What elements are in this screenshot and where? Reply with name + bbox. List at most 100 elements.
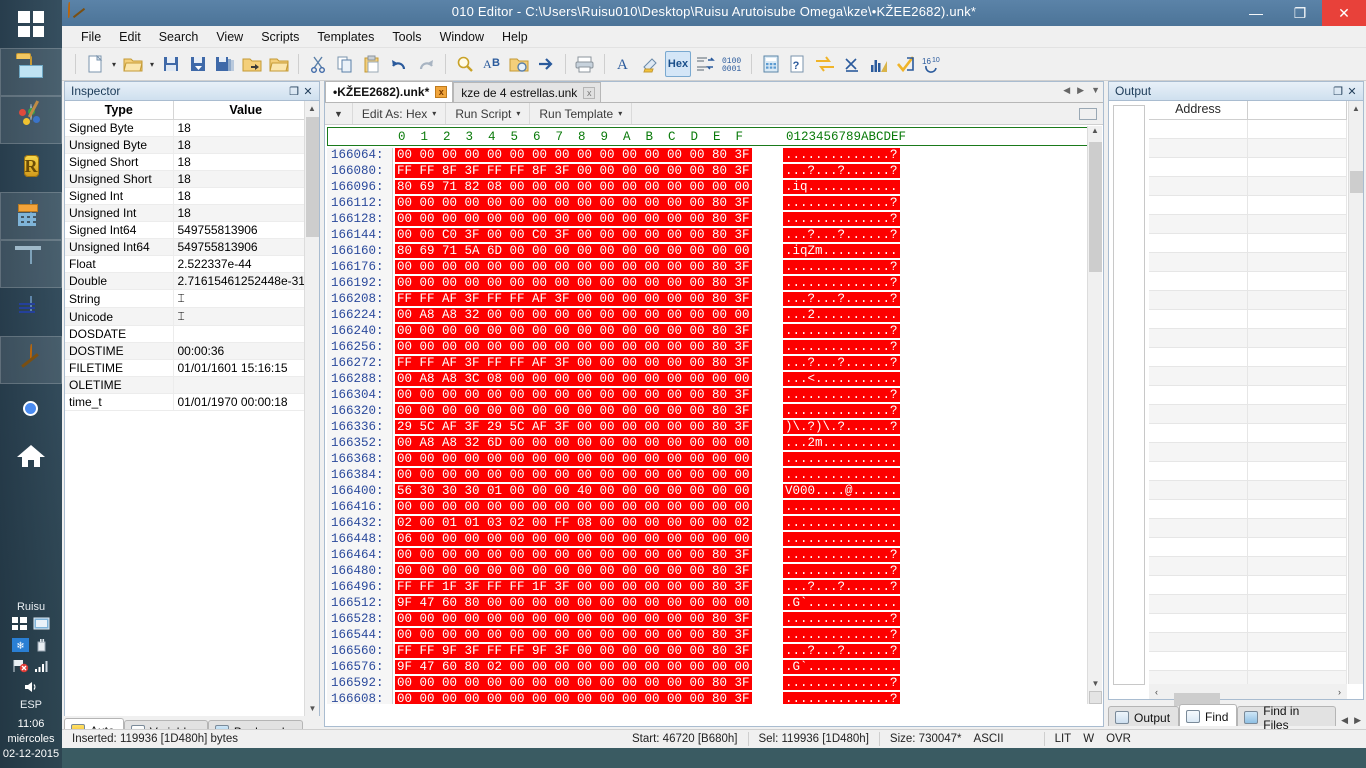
taskbar-language[interactable]: ESP	[0, 699, 62, 711]
output-row[interactable]	[1149, 272, 1347, 291]
inspector-scrollbar[interactable]: ▲ ▼	[304, 101, 319, 716]
font-icon[interactable]: A	[611, 51, 637, 77]
status-encoding[interactable]: ASCII	[974, 733, 1004, 745]
hex-row-bytes[interactable]: 00 00 00 00 00 00 00 00 00 00 00 00 00 0…	[395, 692, 752, 704]
menu-file[interactable]: File	[72, 28, 110, 46]
status-write-mode[interactable]: W	[1083, 733, 1094, 745]
output-row[interactable]	[1149, 329, 1347, 348]
cut-icon[interactable]	[305, 51, 331, 77]
hex-row-ascii[interactable]: ..............?	[783, 404, 900, 418]
find-in-files-icon[interactable]	[506, 51, 532, 77]
inspector-scroll-up[interactable]: ▲	[305, 101, 319, 116]
hex-row-ascii[interactable]: ...?...?......?	[783, 580, 900, 594]
inspector-row-value[interactable]: 00:00:36	[173, 342, 319, 360]
hex-row-bytes[interactable]: 00 00 00 00 00 00 00 00 00 00 00 00 00 0…	[395, 676, 752, 690]
output-tab-nav[interactable]: ◀ ▶	[1336, 715, 1366, 726]
inspector-row[interactable]: OLETIME	[65, 376, 319, 394]
inspector-float-icon[interactable]: ❐	[287, 84, 301, 98]
redo-icon[interactable]	[413, 51, 439, 77]
hex-row[interactable]: 166416: 00 00 00 00 00 00 00 00 00 00 00 …	[327, 500, 1087, 516]
hex-row-bytes[interactable]: 00 00 00 00 00 00 00 00 00 00 00 00 00 0…	[395, 564, 752, 578]
hex-row-bytes[interactable]: 80 69 71 82 08 00 00 00 00 00 00 00 00 0…	[395, 180, 752, 194]
hex-row[interactable]: 166512: 9F 47 60 80 00 00 00 00 00 00 00 …	[327, 596, 1087, 612]
hex-row-bytes[interactable]: 9F 47 60 80 02 00 00 00 00 00 00 00 00 0…	[395, 660, 752, 674]
editor-scrollbar[interactable]: ▲ ▼	[1087, 126, 1102, 704]
menu-tools[interactable]: Tools	[383, 28, 430, 46]
find-icon[interactable]	[452, 51, 478, 77]
tray-screen-icon[interactable]	[33, 617, 51, 631]
hex-row-bytes[interactable]: FF FF 9F 3F FF FF 9F 3F 00 00 00 00 00 0…	[395, 644, 752, 658]
inspector-close-icon[interactable]: ✕	[301, 84, 315, 98]
hex-row-bytes[interactable]: 00 00 00 00 00 00 00 00 00 00 00 00 00 0…	[395, 212, 752, 226]
hex-row-bytes[interactable]: FF FF AF 3F FF FF AF 3F 00 00 00 00 00 0…	[395, 356, 752, 370]
output-row[interactable]	[1149, 652, 1347, 671]
taskbar-item-file-explorer[interactable]	[0, 48, 62, 96]
hex-row[interactable]: 166528: 00 00 00 00 00 00 00 00 00 00 00 …	[327, 612, 1087, 628]
hex-row-ascii[interactable]: ...?...?......?	[783, 644, 900, 658]
checksum-icon[interactable]: ?	[785, 51, 811, 77]
hex-row[interactable]: 166336: 29 5C AF 3F 29 5C AF 3F 00 00 00 …	[327, 420, 1087, 436]
output-scroll-thumb[interactable]	[1350, 171, 1363, 193]
out-tab-next-icon[interactable]: ▶	[1354, 715, 1361, 726]
hex-row-bytes[interactable]: 00 00 00 00 00 00 00 00 00 00 00 00 00 0…	[395, 500, 752, 514]
output-row[interactable]	[1149, 196, 1347, 215]
hex-row[interactable]: 166192: 00 00 00 00 00 00 00 00 00 00 00 …	[327, 276, 1087, 292]
output-row[interactable]	[1149, 595, 1347, 614]
hex-row[interactable]: 166080: FF FF 8F 3F FF FF 8F 3F 00 00 00 …	[327, 164, 1087, 180]
hex-row-bytes[interactable]: 00 00 00 00 00 00 00 00 00 00 00 00 00 0…	[395, 196, 752, 210]
taskbar-date[interactable]: 02-12-2015	[0, 747, 62, 762]
inspector-row-value[interactable]	[173, 376, 319, 394]
hex-row[interactable]: 166352: 00 A8 A8 32 6D 00 00 00 00 00 00 …	[327, 436, 1087, 452]
taskbar-item-sketchup[interactable]	[0, 288, 62, 336]
output-row[interactable]	[1149, 443, 1347, 462]
hex-row[interactable]: 166064: 00 00 00 00 00 00 00 00 00 00 00 …	[327, 148, 1087, 164]
new-file-dropdown[interactable]: ▾	[109, 51, 119, 77]
editor-toolbar-options[interactable]: ▼	[325, 103, 353, 124]
hex-toggle[interactable]: Hex	[665, 51, 691, 77]
hex-row[interactable]: 166400: 56 30 30 30 01 00 00 00 40 00 00 …	[327, 484, 1087, 500]
run-script-dropdown[interactable]: Run Script ▾	[446, 103, 531, 124]
hex-row-bytes[interactable]: 00 A8 A8 32 00 00 00 00 00 00 00 00 00 0…	[395, 308, 752, 322]
hex-row-ascii[interactable]: ..............?	[783, 276, 900, 290]
hex-row-bytes[interactable]: 00 00 00 00 00 00 00 00 00 00 00 00 00 0…	[395, 340, 752, 354]
hex-row-ascii[interactable]: ..............?	[783, 676, 900, 690]
hex-row-ascii[interactable]: .iqZm..........	[783, 244, 900, 258]
hex-row-ascii[interactable]: .G`............	[783, 660, 900, 674]
hex-row-bytes[interactable]: 00 00 00 00 00 00 00 00 00 00 00 00 00 0…	[395, 452, 752, 466]
highlight-icon[interactable]	[638, 51, 664, 77]
output-row[interactable]	[1149, 158, 1347, 177]
inspector-row[interactable]: Unsigned Int 18	[65, 204, 319, 222]
tray-snowflake-icon[interactable]: ❄	[12, 638, 30, 652]
undo-icon[interactable]	[386, 51, 412, 77]
hex-row-ascii[interactable]: ..............?	[783, 340, 900, 354]
inspector-row[interactable]: Unicode ⌶	[65, 307, 319, 326]
document-tab-second-close-icon[interactable]: x	[583, 86, 596, 99]
tray-usb-icon[interactable]	[33, 638, 51, 652]
editor-toolbar[interactable]: ▼ Edit As: Hex ▾ Run Script ▾ Run Templa…	[325, 103, 1103, 125]
hex-row-ascii[interactable]: .G`............	[783, 596, 900, 610]
hex-row-bytes[interactable]: FF FF 1F 3F FF FF 1F 3F 00 00 00 00 00 0…	[395, 580, 752, 594]
menu-bar[interactable]: File Edit Search View Scripts Templates …	[62, 26, 1366, 48]
inspector-row[interactable]: Unsigned Short 18	[65, 170, 319, 188]
tab-find[interactable]: Find	[1179, 704, 1238, 726]
close-button[interactable]: ✕	[1322, 0, 1366, 26]
output-close-icon[interactable]: ✕	[1345, 84, 1359, 98]
inspector-row-value[interactable]: 01/01/1601 15:16:15	[173, 359, 319, 377]
hex-row-ascii[interactable]: ..............?	[783, 548, 900, 562]
hex-row[interactable]: 166256: 00 00 00 00 00 00 00 00 00 00 00 …	[327, 340, 1087, 356]
inspector-row[interactable]: Signed Int 18	[65, 187, 319, 205]
hex-row-ascii[interactable]: ..............?	[783, 628, 900, 642]
hex-row[interactable]: 166176: 00 00 00 00 00 00 00 00 00 00 00 …	[327, 260, 1087, 276]
output-row[interactable]	[1149, 500, 1347, 519]
hex-row-ascii[interactable]: ...?...?......?	[783, 228, 900, 242]
hex-row[interactable]: 166544: 00 00 00 00 00 00 00 00 00 00 00 …	[327, 628, 1087, 644]
status-overwrite-mode[interactable]: OVR	[1106, 733, 1131, 745]
menu-help[interactable]: Help	[493, 28, 537, 46]
hex-row-bytes[interactable]: 29 5C AF 3F 29 5C AF 3F 00 00 00 00 00 0…	[395, 420, 752, 434]
output-row[interactable]	[1149, 120, 1347, 139]
inspector-row[interactable]: Double 2.71615461252448e-312	[65, 272, 319, 290]
output-row[interactable]	[1149, 557, 1347, 576]
copy-icon[interactable]	[332, 51, 358, 77]
document-tab-second[interactable]: kze de 4 estrellas.unk x	[453, 82, 602, 102]
hex-row[interactable]: 166608: 00 00 00 00 00 00 00 00 00 00 00 …	[327, 692, 1087, 704]
